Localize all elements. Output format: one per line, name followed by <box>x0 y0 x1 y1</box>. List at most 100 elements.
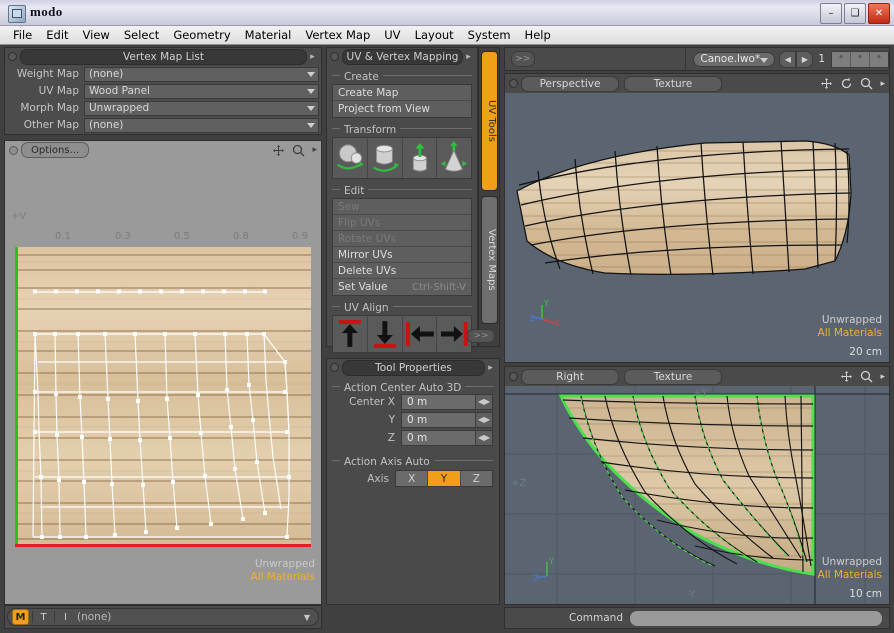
window-title: modo <box>30 4 63 19</box>
taper-cone-icon-button[interactable] <box>437 138 471 178</box>
weight-map-dropdown[interactable]: (none) <box>84 66 319 82</box>
uv-overlay-material: All Materials <box>250 571 315 583</box>
perspective-viewport[interactable]: Perspective Texture ▸ Unwrapped All Mate… <box>504 73 890 363</box>
perspective-shading-selector[interactable]: Texture <box>624 75 722 92</box>
align-right-button[interactable] <box>437 316 471 352</box>
menu-item-file[interactable]: File <box>6 27 39 43</box>
menu-item-edit[interactable]: Edit <box>39 27 75 43</box>
chevron-down-icon[interactable]: ▼ <box>304 613 310 622</box>
uv-mapping-title[interactable]: UV & Vertex Mapping <box>342 48 463 65</box>
panel-handle-icon[interactable] <box>330 52 339 61</box>
uv-map-dropdown[interactable]: Wood Panel <box>84 83 319 99</box>
tool-properties-title[interactable]: Tool Properties <box>342 359 485 376</box>
menu-item-layout[interactable]: Layout <box>408 27 461 43</box>
move-icon[interactable] <box>820 77 833 90</box>
item-mode-button[interactable]: I <box>58 610 73 624</box>
menu-item-select[interactable]: Select <box>117 27 166 43</box>
part-mode-button[interactable]: T <box>36 610 51 624</box>
project-from-view-button[interactable]: Project from View <box>333 101 471 117</box>
zoom-icon[interactable] <box>292 144 305 157</box>
tool-properties-panel: Tool Properties ▸ Action Center Auto 3D … <box>326 358 500 605</box>
menu-item-system[interactable]: System <box>461 27 518 43</box>
chevron-right-icon[interactable]: ▸ <box>463 52 474 62</box>
align-down-button[interactable] <box>367 316 403 352</box>
align-left-button[interactable] <box>402 316 438 352</box>
set-value-button[interactable]: Set Value Ctrl-Shift-V <box>333 279 471 295</box>
align-up-button[interactable] <box>333 316 368 352</box>
create-map-button[interactable]: Create Map <box>333 85 471 101</box>
panel-handle-icon[interactable] <box>330 363 339 372</box>
menu-item-vertex-map[interactable]: Vertex Map <box>298 27 377 43</box>
axis-x-button[interactable]: X <box>396 471 429 486</box>
rotate-sphere-icon-button[interactable] <box>333 138 368 178</box>
axis-row: Axis X Y Z <box>333 470 493 487</box>
section-uv-align: UV Align <box>332 301 472 314</box>
tab-vertex-maps[interactable]: Vertex Maps <box>481 196 498 324</box>
close-button[interactable]: ✕ <box>868 3 890 24</box>
extrude-cylinder-icon-button[interactable] <box>402 138 438 178</box>
layer-grid[interactable] <box>831 50 889 68</box>
delete-uvs-button[interactable]: Delete UVs <box>333 263 471 279</box>
stepper-icon[interactable]: ◀▶ <box>475 394 492 409</box>
zoom-icon[interactable] <box>860 77 873 90</box>
bend-cylinder-icon-button[interactable] <box>367 138 403 178</box>
chevron-right-icon[interactable]: ▸ <box>307 52 318 62</box>
layer-cell[interactable] <box>851 51 870 67</box>
uv-side-tab-column: UV Tools Vertex Maps >> <box>467 47 500 347</box>
right-viewport[interactable]: Right Texture ▸ +Z -Y +Y Unwrapped All M… <box>504 366 890 605</box>
move-icon[interactable] <box>840 370 853 383</box>
other-map-dropdown[interactable]: (none) <box>84 117 319 133</box>
command-input[interactable] <box>629 609 883 627</box>
maximize-button[interactable]: ❑ <box>844 3 866 24</box>
menu-item-geometry[interactable]: Geometry <box>166 27 237 43</box>
menu-item-uv[interactable]: UV <box>377 27 407 43</box>
zoom-icon[interactable] <box>860 370 873 383</box>
center-x-input[interactable]: 0 m ◀▶ <box>401 393 493 410</box>
rotate-icon[interactable] <box>840 77 853 90</box>
panel-handle-icon[interactable] <box>8 52 17 61</box>
uv-options-button[interactable]: Options... <box>21 142 90 158</box>
next-layer-button[interactable]: ▶ <box>796 50 814 68</box>
right-view-selector[interactable]: Right <box>521 368 619 385</box>
center-z-input[interactable]: 0 m ◀▶ <box>401 429 493 446</box>
vertex-map-list-title[interactable]: Vertex Map List <box>20 48 307 65</box>
minimize-button[interactable]: – <box>820 3 842 24</box>
flip-uvs-button[interactable]: Flip UVs <box>333 215 471 231</box>
uv-canvas[interactable]: +V 0.1 0.3 0.5 0.8 0.9 Unwrapped All Mat… <box>5 159 321 604</box>
menu-item-material[interactable]: Material <box>238 27 299 43</box>
layer-cell[interactable] <box>832 51 851 67</box>
chevron-right-icon[interactable]: ▸ <box>880 372 885 382</box>
stepper-icon[interactable]: ◀▶ <box>475 430 492 445</box>
chevron-right-icon[interactable]: ▸ <box>880 79 885 89</box>
stepper-icon[interactable]: ◀▶ <box>475 412 492 427</box>
sew-button[interactable]: Sew <box>333 199 471 215</box>
menu-item-help[interactable]: Help <box>518 27 558 43</box>
prev-layer-button[interactable]: ◀ <box>779 50 797 68</box>
panel-handle-icon[interactable] <box>509 372 518 381</box>
material-mode-button[interactable]: M <box>12 609 29 625</box>
center-y-input[interactable]: 0 m ◀▶ <box>401 411 493 428</box>
extrude-cylinder-icon <box>412 143 427 172</box>
chevron-right-icon[interactable]: ▸ <box>312 145 317 155</box>
panel-handle-icon[interactable] <box>509 79 518 88</box>
panel-handle-icon[interactable] <box>9 145 18 155</box>
uv-tick-4: 0.9 <box>292 231 308 242</box>
tab-uv-tools[interactable]: UV Tools <box>481 51 498 191</box>
layer-cell[interactable] <box>870 51 888 67</box>
uv-v-axis-line <box>15 247 18 547</box>
chevron-right-icon[interactable]: ▸ <box>485 363 496 373</box>
right-viewport-body[interactable]: +Z -Y +Y Unwrapped All Materials 10 cm Y… <box>505 386 889 604</box>
scene-toolbar-expand-button[interactable]: >> <box>511 51 535 67</box>
morph-map-dropdown[interactable]: Unwrapped <box>84 100 319 116</box>
perspective-view-selector[interactable]: Perspective <box>521 75 619 92</box>
axis-y-button[interactable]: Y <box>428 471 461 486</box>
axis-z-button[interactable]: Z <box>460 471 492 486</box>
perspective-viewport-body[interactable]: Unwrapped All Materials 20 cm Y X Z <box>505 93 889 362</box>
right-shading-selector[interactable]: Texture <box>624 368 722 385</box>
menu-item-view[interactable]: View <box>76 27 117 43</box>
move-icon[interactable] <box>272 144 285 157</box>
mirror-uvs-button[interactable]: Mirror UVs <box>333 247 471 263</box>
rotate-uvs-button[interactable]: Rotate UVs <box>333 231 471 247</box>
scene-file-dropdown[interactable]: Canoe.lwo* <box>693 51 776 67</box>
uv-panel-expand-button[interactable]: >> <box>467 329 495 343</box>
